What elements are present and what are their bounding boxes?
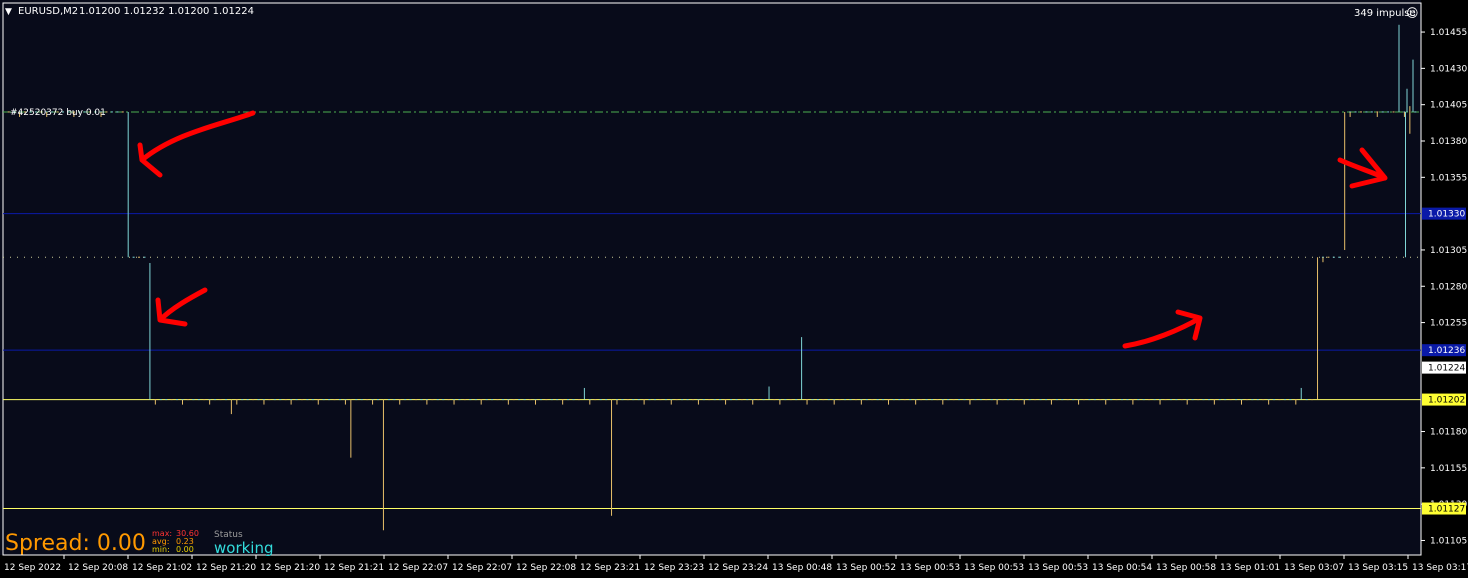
x-tick-label: 12 Sep 22:07	[388, 563, 448, 573]
chart-background	[0, 0, 1468, 578]
price-chart[interactable]: 1.01455 1.01430 1.01405 1.01380 1.01355 1.013…	[0, 0, 1468, 578]
y-tick-label: 1.01455	[1430, 28, 1467, 38]
x-tick-label: 13 Sep 00:53	[964, 563, 1024, 573]
y-tick-label: 1.01355	[1430, 173, 1467, 183]
trade-label: #42520372 buy 0.01	[10, 108, 106, 118]
status-value: working	[214, 539, 274, 557]
y-tick-label: 1.01380	[1430, 137, 1467, 147]
x-tick-label: 13 Sep 00:54	[1092, 563, 1152, 573]
x-tick-label: 12 Sep 22:07	[452, 563, 512, 573]
x-tick-label: 13 Sep 00:52	[836, 563, 896, 573]
y-tick-label: 1.01280	[1430, 282, 1467, 292]
spread-min-label: min:	[152, 545, 170, 554]
chart-menu-caret[interactable]: ▼	[5, 7, 12, 17]
y-tick-label: 1.01105	[1430, 536, 1467, 546]
x-tick-label: 12 Sep 21:20	[260, 563, 320, 573]
y-tick-label: 1.01405	[1430, 101, 1467, 111]
x-tick-label: 12 Sep 2022	[4, 563, 61, 573]
price-label: 1.01127	[1428, 505, 1465, 515]
x-tick-label: 13 Sep 00:58	[1156, 563, 1216, 573]
y-tick-label: 1.01155	[1430, 464, 1467, 474]
y-tick-label: 1.01305	[1430, 246, 1467, 256]
price-label: 1.01236	[1428, 346, 1465, 356]
x-tick-label: 12 Sep 21:21	[324, 563, 384, 573]
x-tick-label: 13 Sep 00:53	[900, 563, 960, 573]
price-label: 1.01202	[1428, 396, 1465, 406]
smiley-icon: ☺	[1406, 6, 1419, 20]
y-tick-label: 1.01180	[1430, 428, 1467, 438]
x-tick-label: 13 Sep 03:07	[1284, 563, 1344, 573]
x-tick-label: 12 Sep 20:08	[68, 563, 128, 573]
x-tick-label: 12 Sep 23:23	[644, 563, 704, 573]
y-tick-label: 1.01430	[1430, 64, 1467, 74]
symbol-timeframe: EURUSD,M2	[18, 6, 78, 17]
spread-min-value: 0.00	[176, 545, 194, 554]
x-tick-label: 13 Sep 03:17	[1412, 563, 1468, 573]
x-tick-label: 12 Sep 21:02	[132, 563, 192, 573]
x-tick-label: 12 Sep 21:20	[196, 563, 256, 573]
price-label: 1.01224	[1428, 364, 1465, 374]
y-tick-label: 1.01255	[1430, 319, 1467, 329]
x-tick-label: 13 Sep 01:01	[1220, 563, 1280, 573]
x-tick-label: 13 Sep 03:15	[1348, 563, 1408, 573]
price-label: 1.01330	[1428, 210, 1465, 220]
x-tick-label: 12 Sep 23:24	[708, 563, 768, 573]
x-tick-label: 13 Sep 00:53	[1028, 563, 1088, 573]
ohlc-values: 1.01200 1.01232 1.01200 1.01224	[79, 6, 254, 17]
x-tick-label: 13 Sep 00:48	[772, 563, 832, 573]
x-tick-label: 12 Sep 23:21	[580, 563, 640, 573]
spread-value: Spread: 0.00	[5, 531, 146, 556]
x-tick-label: 12 Sep 22:08	[516, 563, 576, 573]
